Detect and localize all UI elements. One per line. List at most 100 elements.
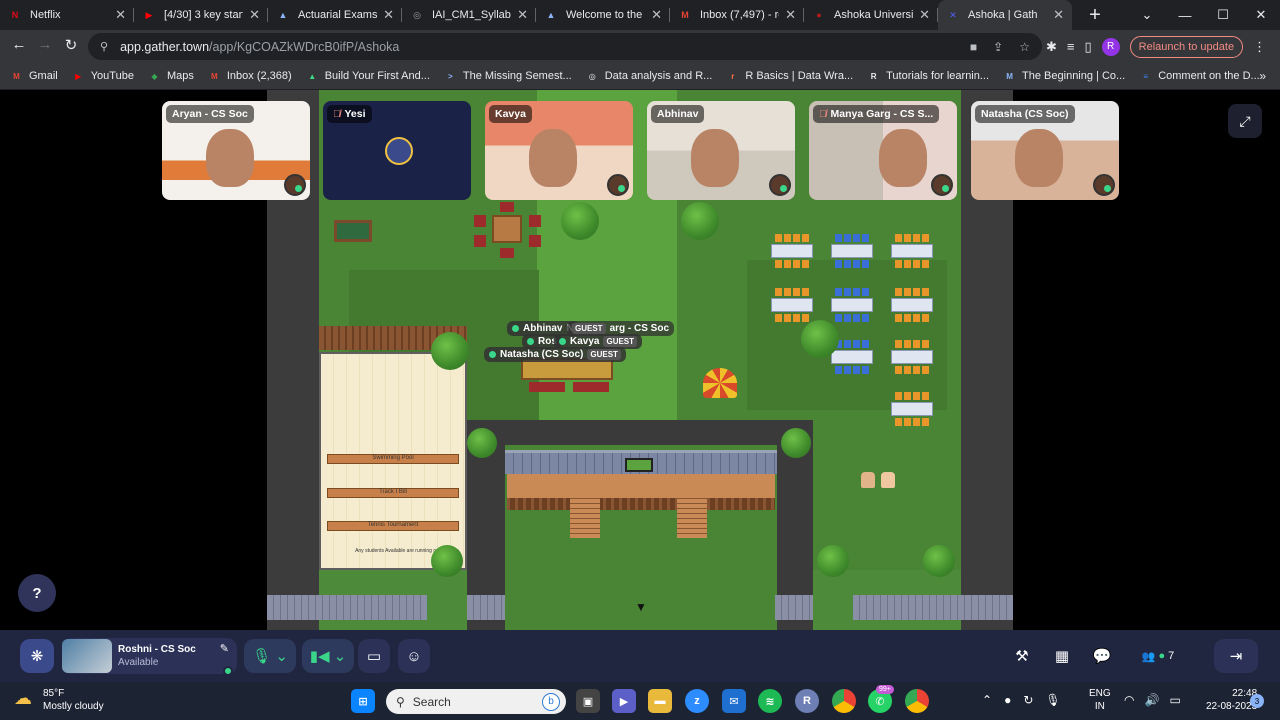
- chat-icon[interactable]: 💬: [1088, 639, 1116, 673]
- bookmark-item[interactable]: M Gmail: [10, 70, 58, 82]
- spotify-icon[interactable]: ≋: [758, 689, 782, 713]
- participant-video-tile[interactable]: Kavya: [485, 101, 633, 200]
- browser-tab[interactable]: M Inbox (7,497) - ro ✕: [670, 0, 804, 30]
- chrome-icon[interactable]: [832, 689, 856, 713]
- new-tab-button[interactable]: +: [1080, 4, 1110, 27]
- avatar-sprite[interactable]: [861, 472, 875, 488]
- file-explorer-icon[interactable]: ▬: [648, 689, 672, 713]
- r-icon: r: [731, 71, 735, 81]
- avatar-sprite[interactable]: [881, 472, 895, 488]
- stairs: [570, 498, 600, 538]
- task-view-icon[interactable]: ▣: [576, 689, 600, 713]
- browser-tab[interactable]: ▲ Welcome to the I ✕: [536, 0, 670, 30]
- expand-icon[interactable]: ⤢: [1228, 104, 1262, 138]
- bookmark-item[interactable]: R Tutorials for learnin...: [867, 70, 989, 82]
- participant-video-tile[interactable]: 🎙̸ Yesi: [323, 101, 471, 200]
- tray-mic-icon[interactable]: 🎙: [1045, 693, 1060, 707]
- address-bar[interactable]: ⚲ app.gather.town/app/KgCOAZkWDrcB0ifP/A…: [88, 33, 1042, 60]
- language-indicator[interactable]: ENG IN: [1089, 687, 1111, 713]
- close-tab-icon[interactable]: ✕: [517, 7, 528, 23]
- share-icon[interactable]: ⇪: [993, 40, 1003, 54]
- chrome-menu-icon[interactable]: ⋮: [1253, 39, 1266, 55]
- bookmark-item[interactable]: > The Missing Semest...: [444, 70, 572, 82]
- maximize-icon[interactable]: ☐: [1204, 0, 1242, 30]
- browser-tab[interactable]: ◎ IAI_CM1_Syllabus ✕: [402, 0, 536, 30]
- building-window: [625, 458, 653, 472]
- teams-icon[interactable]: ▶: [612, 689, 636, 713]
- user-card[interactable]: Roshni - CS Soc Available ✎: [62, 638, 237, 676]
- browser-tab[interactable]: ✕ Ashoka | Gath ✕: [938, 0, 1072, 30]
- browser-tab[interactable]: ▲ Actuarial Exams | ✕: [268, 0, 402, 30]
- browser-tab[interactable]: ● Ashoka University ✕: [804, 0, 938, 30]
- participants-button[interactable]: 👥 ● 7: [1128, 639, 1188, 673]
- side-panel-icon[interactable]: ▯: [1085, 39, 1092, 55]
- notification-count[interactable]: 3: [1250, 694, 1264, 708]
- tray-app-icon[interactable]: ●: [1004, 693, 1011, 707]
- start-icon[interactable]: ⊞: [351, 689, 375, 713]
- avatar: [607, 174, 629, 196]
- taskbar-search[interactable]: ⚲ Search b: [386, 689, 566, 714]
- site-info-icon[interactable]: ⚲: [100, 40, 108, 53]
- participant-name: Abhinav: [651, 105, 705, 123]
- close-tab-icon[interactable]: ✕: [383, 7, 394, 23]
- screen-share-icon[interactable]: ▭: [358, 639, 390, 673]
- bookmark-item[interactable]: M Inbox (2,368): [208, 70, 292, 82]
- bookmark-star-icon[interactable]: ☆: [1019, 40, 1030, 54]
- edit-pencil-icon[interactable]: ✎: [220, 642, 229, 655]
- gather-menu-icon[interactable]: ❋: [20, 639, 54, 673]
- close-window-icon[interactable]: ✕: [1242, 0, 1280, 30]
- camera-icon[interactable]: ▮◀ ⌄: [302, 639, 354, 673]
- leave-icon[interactable]: ⇥: [1214, 639, 1258, 673]
- mail-icon[interactable]: ✉: [722, 689, 746, 713]
- close-tab-icon[interactable]: ✕: [785, 7, 796, 23]
- bookmark-item[interactable]: ▶ YouTube: [72, 70, 134, 82]
- tree: [561, 202, 599, 240]
- close-tab-icon[interactable]: ✕: [651, 7, 662, 23]
- bookmark-item[interactable]: r R Basics | Data Wra...: [726, 70, 853, 82]
- back-icon[interactable]: ←: [6, 36, 32, 54]
- calendar-icon[interactable]: ▦: [1048, 639, 1076, 673]
- tree: [431, 332, 469, 370]
- browser-tab[interactable]: N Netflix ✕: [0, 0, 134, 30]
- zoom-icon[interactable]: z: [685, 689, 709, 713]
- participant-name: 🎙̸ Yesi: [327, 105, 372, 123]
- r-app-icon[interactable]: R: [795, 689, 819, 713]
- participant-video-tile[interactable]: Aryan - CS Soc: [162, 101, 310, 200]
- bookmark-item[interactable]: ◆ Maps: [148, 70, 193, 82]
- relaunch-button[interactable]: Relaunch to update: [1129, 35, 1244, 58]
- emoji-icon[interactable]: ☺: [398, 639, 430, 673]
- weather-desc: Mostly cloudy: [43, 701, 104, 712]
- help-button[interactable]: ?: [18, 574, 56, 612]
- bookmark-label: Gmail: [29, 70, 58, 82]
- bookmark-item[interactable]: ◎ Data analysis and R...: [586, 70, 713, 82]
- extensions-icon[interactable]: ✱: [1046, 39, 1057, 55]
- microphone-icon[interactable]: 🎙 ⌄: [244, 639, 296, 673]
- close-tab-icon[interactable]: ✕: [1053, 7, 1064, 23]
- participant-video-tile[interactable]: Abhinav: [647, 101, 795, 200]
- weather-widget[interactable]: 85°F Mostly cloudy: [43, 687, 104, 713]
- bookmark-item[interactable]: ≡ Comment on the D...: [1139, 70, 1259, 82]
- player-tag-natasha[interactable]: Natasha (CS Soc) GUEST: [484, 347, 626, 362]
- close-tab-icon[interactable]: ✕: [919, 7, 930, 23]
- reading-list-icon[interactable]: ≡: [1067, 39, 1075, 54]
- bookmark-item[interactable]: M The Beginning | Co...: [1003, 70, 1125, 82]
- quick-settings[interactable]: ◠ 🔊 ▭: [1124, 693, 1181, 707]
- build-hammer-icon[interactable]: ⚒: [1008, 639, 1036, 673]
- tab-search-icon[interactable]: ⌄: [1128, 0, 1166, 30]
- close-tab-icon[interactable]: ✕: [249, 7, 260, 23]
- weather-icon[interactable]: ☁: [14, 688, 32, 709]
- forward-icon[interactable]: →: [32, 36, 58, 54]
- chrome-icon[interactable]: [905, 689, 929, 713]
- close-tab-icon[interactable]: ✕: [115, 7, 126, 23]
- tray-sync-icon[interactable]: ↻: [1023, 693, 1033, 707]
- camera-blocked-icon[interactable]: ■: [970, 40, 977, 54]
- reload-icon[interactable]: ↻: [58, 36, 84, 54]
- bookmark-item[interactable]: ▲ Build Your First And...: [306, 70, 430, 82]
- profile-avatar[interactable]: R: [1101, 37, 1120, 56]
- minimize-icon[interactable]: —: [1166, 0, 1204, 30]
- browser-tab[interactable]: ▶ [4/30] 3 key starti ✕: [134, 0, 268, 30]
- participant-video-tile[interactable]: Natasha (CS Soc): [971, 101, 1119, 200]
- tray-chevron-icon[interactable]: ⌃: [982, 693, 992, 707]
- more-bookmarks-icon[interactable]: »: [1259, 69, 1266, 83]
- participant-video-tile[interactable]: 🎙̸ Manya Garg - CS S...: [809, 101, 957, 200]
